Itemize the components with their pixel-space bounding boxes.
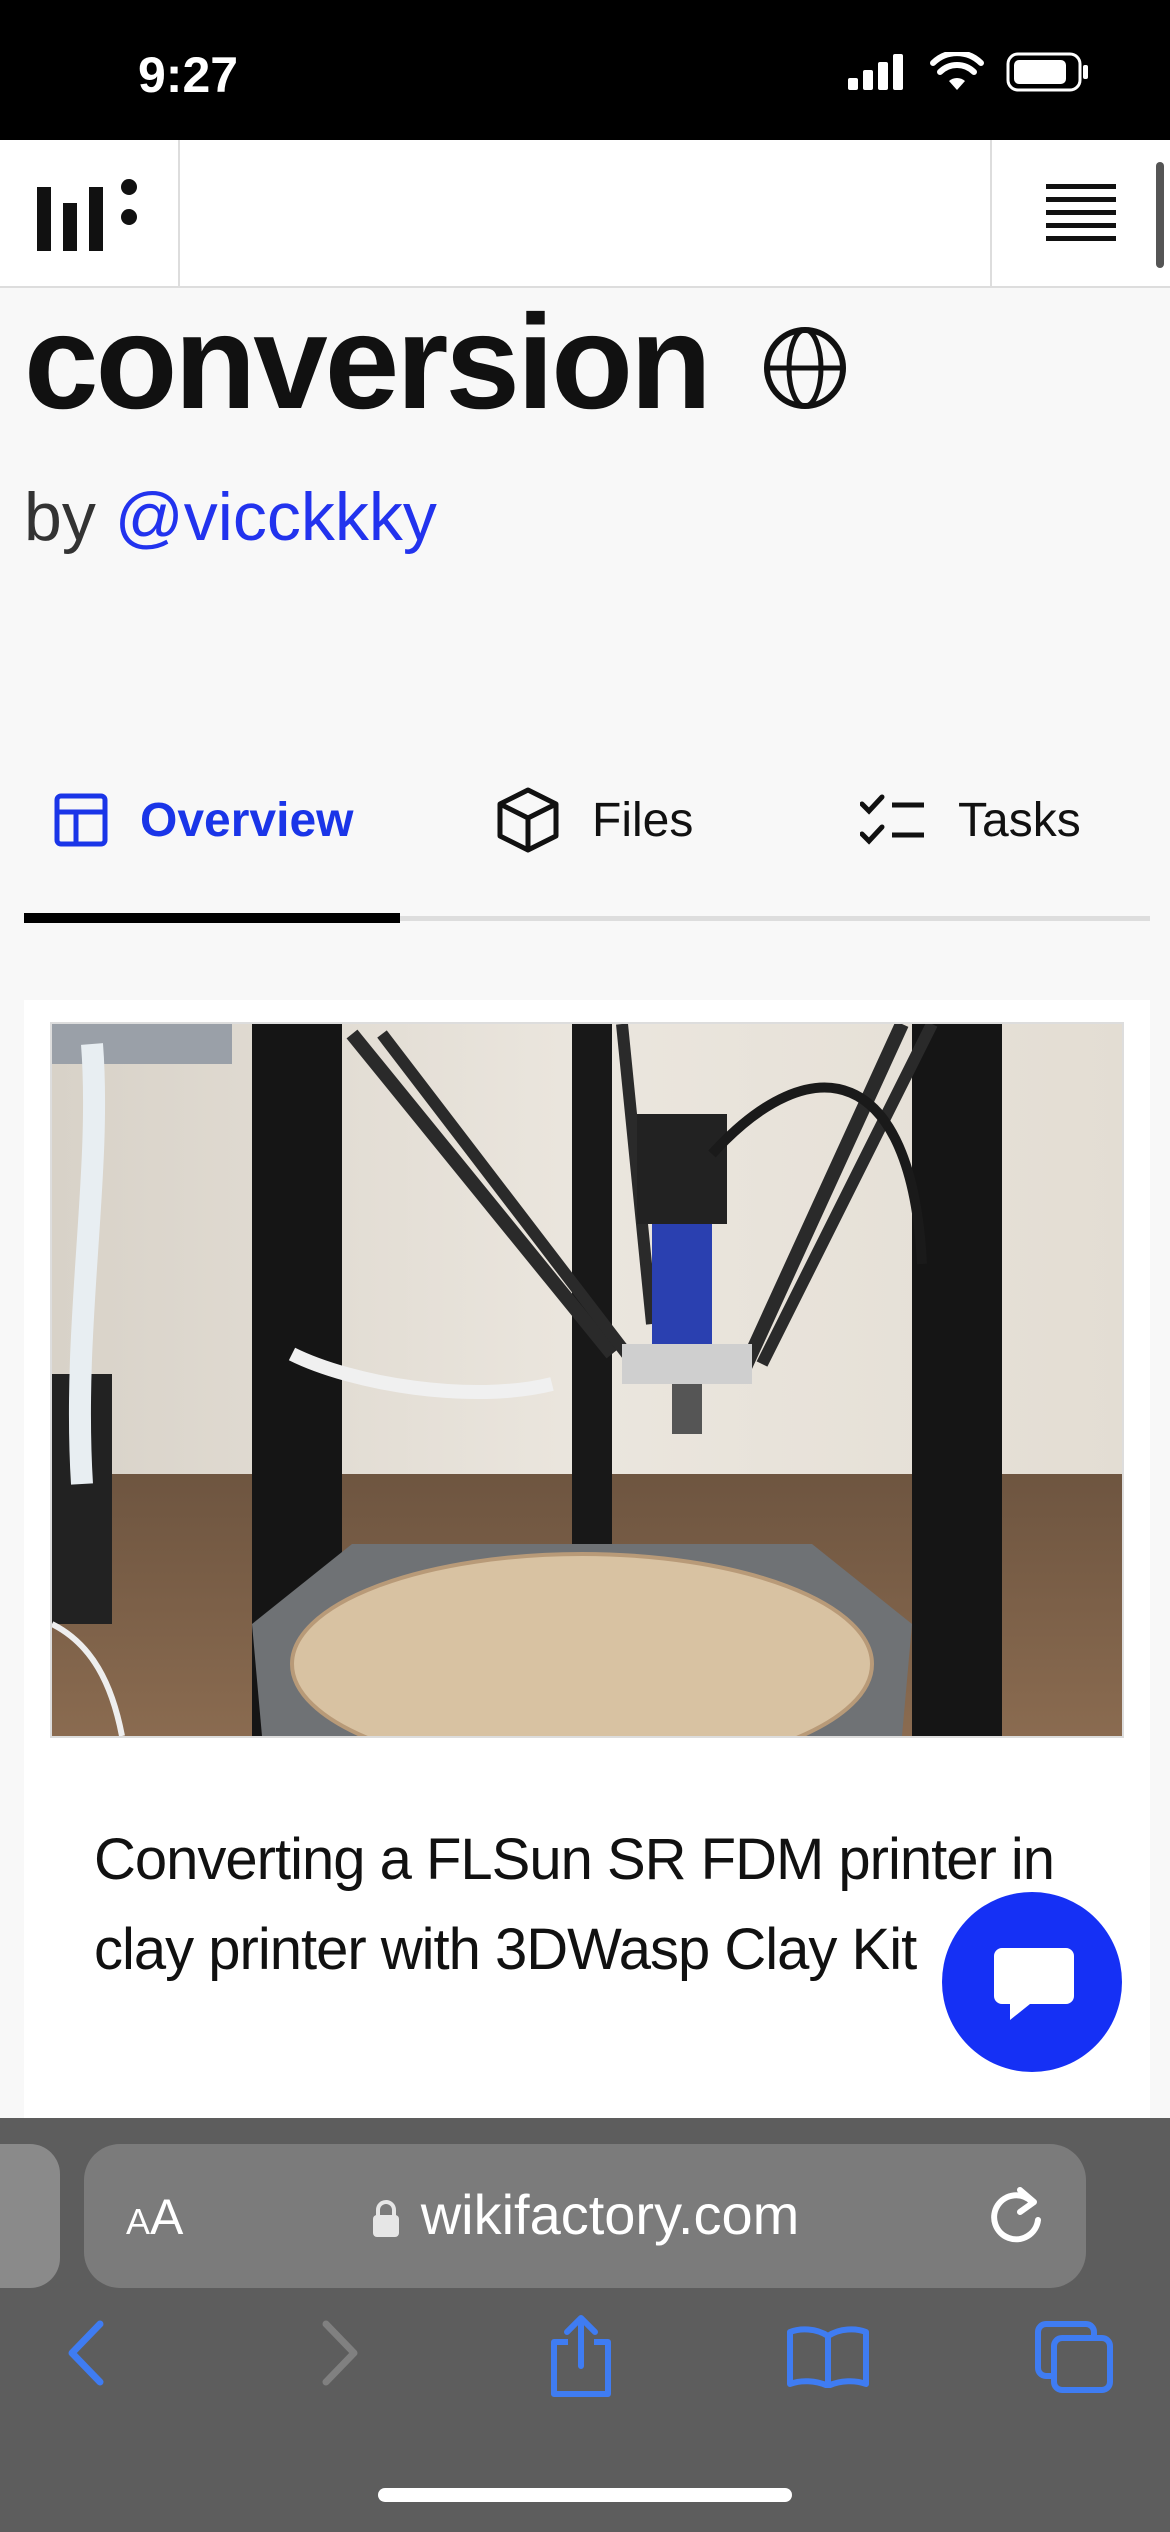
home-indicator [378, 2488, 792, 2502]
menu-button[interactable] [990, 140, 1170, 286]
site-header [0, 140, 1170, 288]
hamburger-menu-icon [1046, 184, 1116, 241]
printer-photo [52, 1024, 1122, 1736]
address-bar[interactable]: AA wikifactory.com [84, 2144, 1086, 2288]
chat-button[interactable] [942, 1892, 1122, 2072]
reload-icon[interactable] [986, 2184, 1046, 2248]
project-image[interactable] [50, 1022, 1124, 1738]
tab-overview-label: Overview [140, 793, 354, 847]
browser-toolbar: AA wikifactory.com [0, 2118, 1170, 2532]
layout-icon [54, 793, 108, 847]
project-tabs: Overview Files Tasks [24, 770, 1150, 923]
forward-icon[interactable] [314, 2318, 364, 2388]
bookmarks-icon[interactable] [786, 2326, 870, 2388]
globe-icon [763, 327, 846, 409]
share-icon[interactable] [548, 2314, 614, 2398]
tab-files[interactable]: Files [496, 770, 693, 870]
status-time: 9:27 [138, 47, 239, 103]
chat-icon [994, 1948, 1074, 2020]
tab-tasks[interactable]: Tasks [860, 770, 1081, 870]
checklist-icon [860, 794, 924, 845]
tab-overview[interactable]: Overview [54, 770, 353, 870]
signal-icon [848, 54, 903, 90]
url-text: wikifactory.com [420, 2183, 800, 2246]
url-display[interactable]: wikifactory.com [84, 2182, 1086, 2247]
battery-icon [1006, 52, 1088, 92]
byline: by @vicckkky [24, 478, 437, 556]
by-label: by [24, 479, 96, 555]
tabs-icon[interactable] [1034, 2320, 1114, 2394]
project-title-row: conversion [24, 296, 847, 430]
cube-icon [497, 787, 559, 853]
back-icon[interactable] [62, 2318, 112, 2388]
wikifactory-logo-icon [37, 179, 137, 251]
scroll-indicator [1156, 162, 1164, 268]
status-bar: 9:27 [0, 0, 1170, 140]
status-icons [848, 52, 1090, 92]
previous-tab-peek[interactable] [0, 2144, 60, 2288]
logo-link[interactable] [0, 140, 180, 286]
tab-active-indicator [24, 913, 400, 923]
wifi-icon [930, 52, 984, 90]
project-title: conversion [24, 288, 712, 437]
tab-files-label: Files [592, 793, 694, 847]
author-link[interactable]: @vicckkky [115, 479, 437, 555]
lock-icon [372, 2200, 399, 2238]
tab-tasks-label: Tasks [958, 793, 1081, 847]
